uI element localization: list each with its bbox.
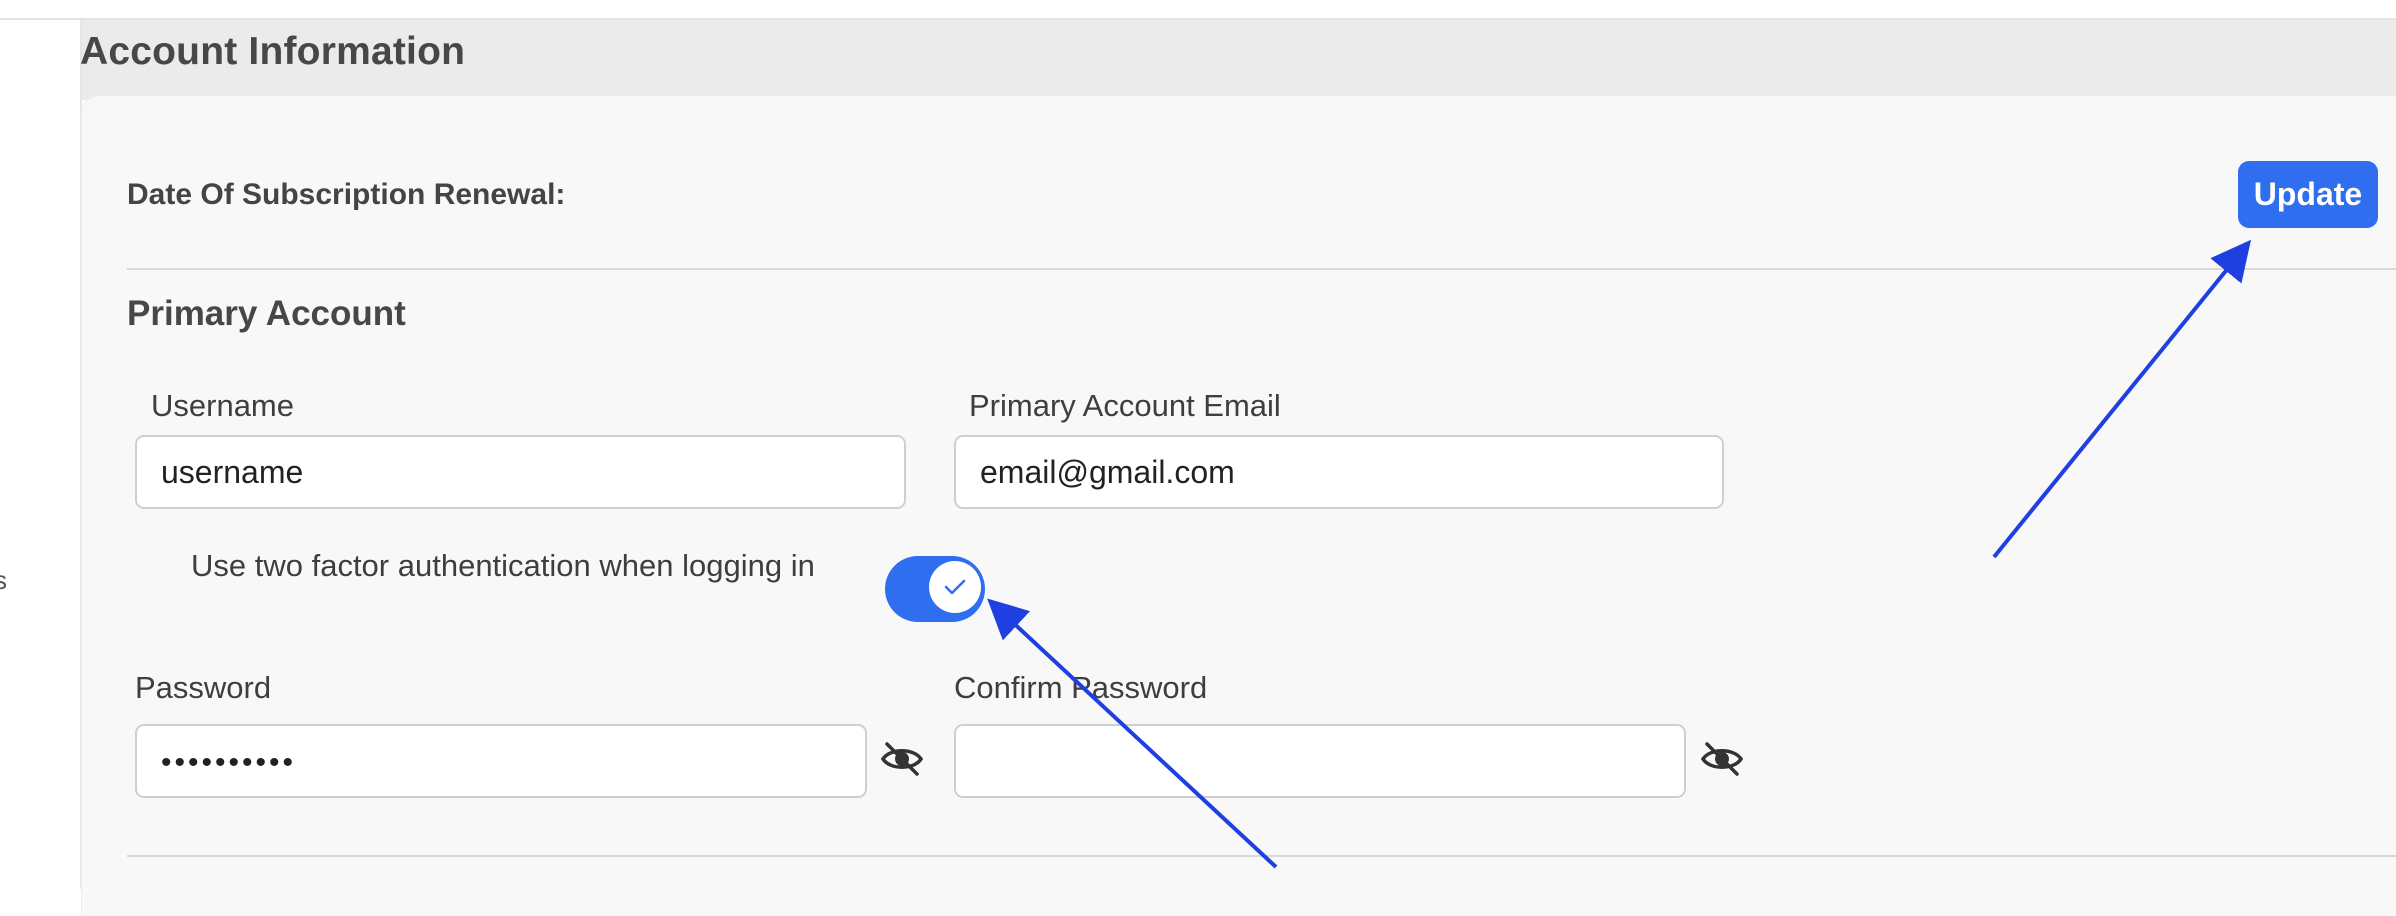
page-title: Account Information xyxy=(80,30,466,73)
confirm-password-input[interactable] xyxy=(954,724,1686,798)
eye-slash-icon[interactable] xyxy=(880,739,924,779)
toggle-knob xyxy=(929,561,981,613)
username-label: Username xyxy=(151,388,294,423)
confirm-password-label: Confirm Password xyxy=(954,670,1208,705)
sidebar: s xyxy=(0,20,82,889)
eye-slash-icon[interactable] xyxy=(1700,739,1744,779)
username-input[interactable] xyxy=(135,435,906,509)
sidebar-item-label[interactable]: s xyxy=(0,565,7,596)
check-icon xyxy=(944,579,966,595)
divider xyxy=(127,855,2396,857)
primary-account-title: Primary Account xyxy=(127,294,406,333)
email-input[interactable] xyxy=(954,435,1724,509)
password-input[interactable]: •••••••••• xyxy=(135,724,867,798)
update-button[interactable]: Update xyxy=(2238,161,2378,228)
subscription-renewal-label: Date Of Subscription Renewal: xyxy=(127,178,566,211)
divider xyxy=(127,268,2396,270)
password-label: Password xyxy=(135,670,272,705)
two-factor-label: Use two factor authentication when loggi… xyxy=(191,548,815,583)
two-factor-toggle[interactable] xyxy=(885,556,985,622)
email-label: Primary Account Email xyxy=(969,388,1281,423)
